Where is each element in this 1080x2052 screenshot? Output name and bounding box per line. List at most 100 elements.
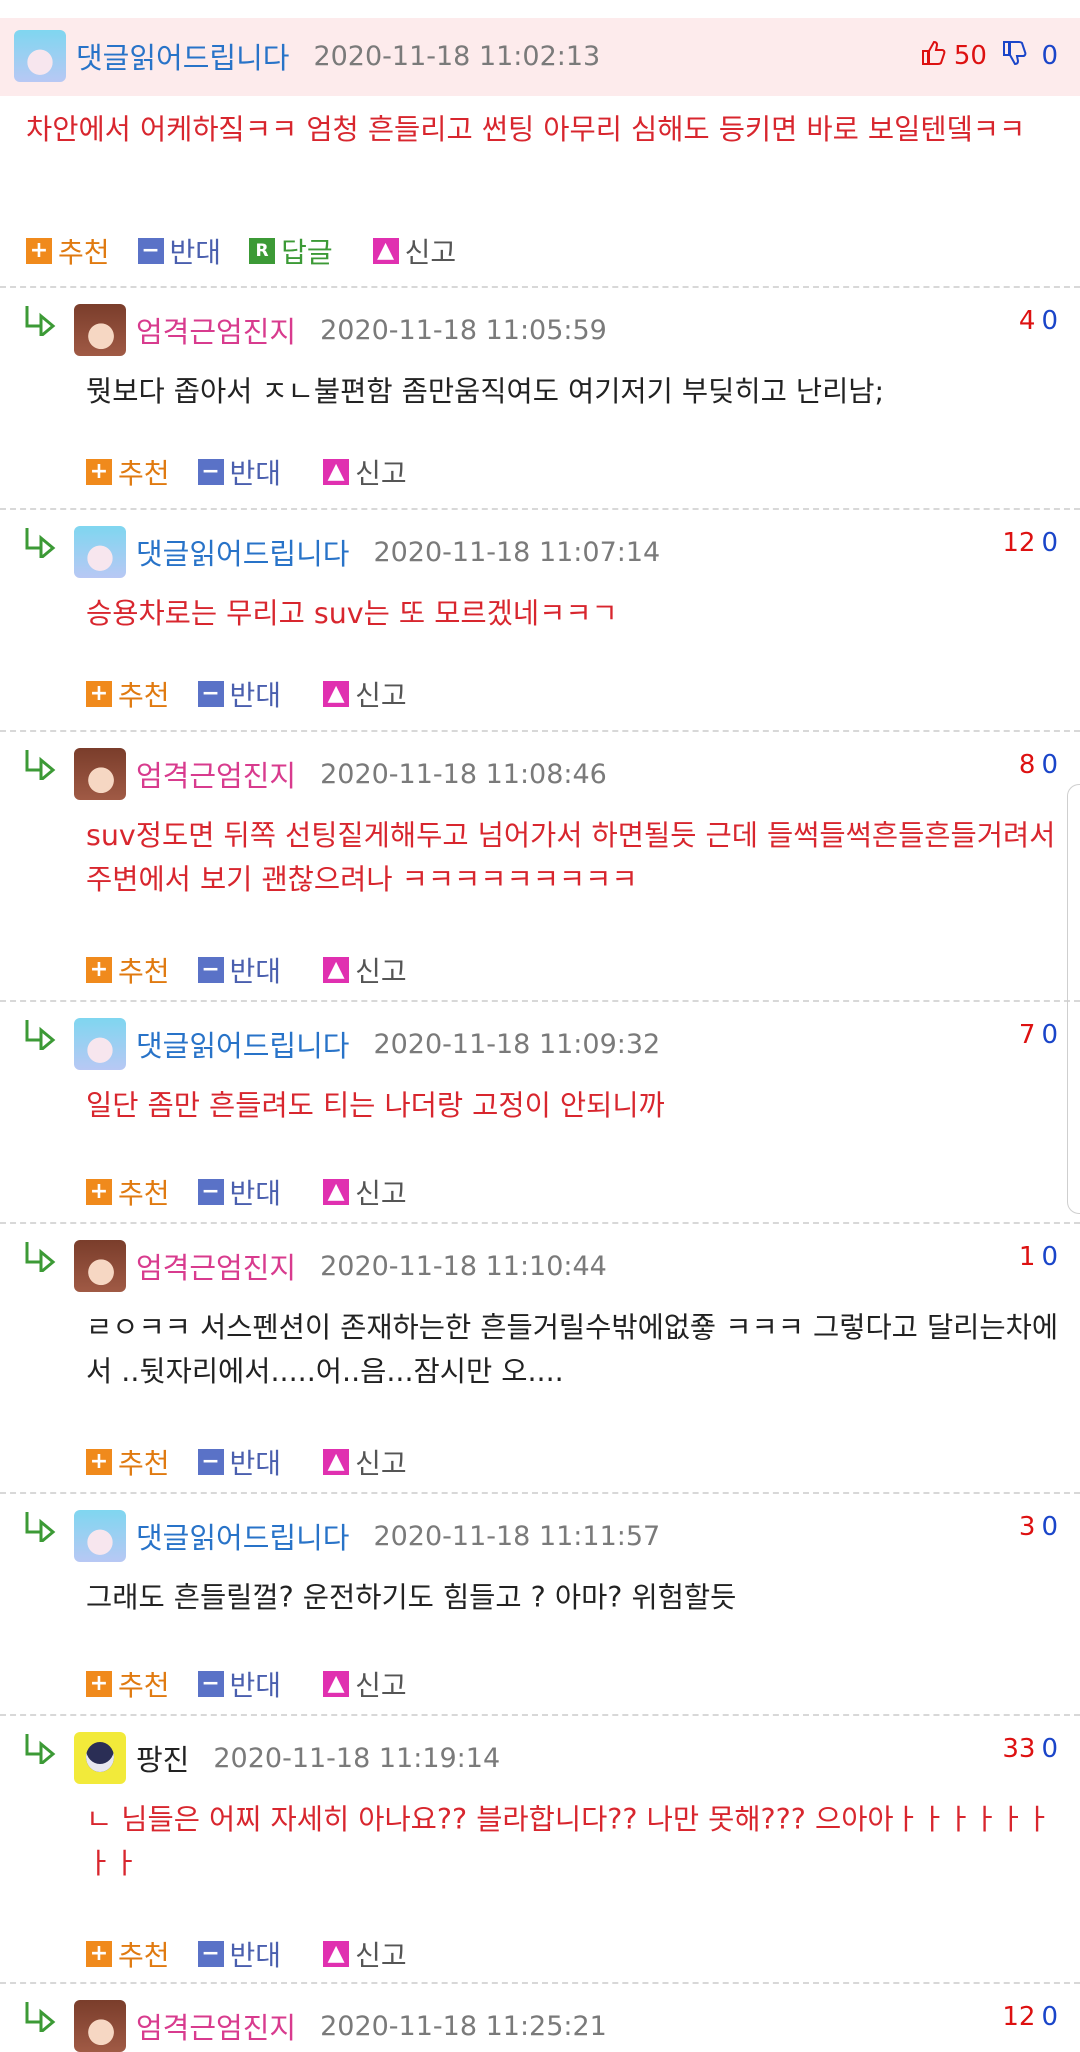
minus-icon: − <box>197 1671 224 1697</box>
comment-text: 승용차로는 무리고 suv는 또 모르겠네ㅋㅋㄱ <box>86 597 618 630</box>
plus-icon: + <box>86 1179 112 1205</box>
upvote-count: 3 <box>1018 1512 1036 1542</box>
avatar[interactable] <box>74 2000 126 2052</box>
recommend-button[interactable]: + 추천 <box>86 950 170 990</box>
oppose-button[interactable]: − 반대 <box>197 950 281 990</box>
avatar[interactable] <box>74 1732 126 1784</box>
plus-icon: + <box>86 1671 112 1697</box>
oppose-button[interactable]: − 반대 <box>197 1664 281 1704</box>
minus-icon: − <box>197 1179 224 1205</box>
avatar[interactable] <box>74 304 126 356</box>
report-button[interactable]: ▲ 신고 <box>372 231 456 271</box>
reply-header: 엄격근엄진지 2020-11-18 11:25:21 <box>74 2000 1080 2052</box>
downvote-count: 0 <box>1041 750 1058 780</box>
comment-actions: + 추천 − 반대 ▲ 신고 <box>86 1934 435 1974</box>
siren-icon: ▲ <box>323 459 350 485</box>
avatar[interactable] <box>74 1240 126 1292</box>
thumbs-up-icon <box>920 40 946 73</box>
comment-actions: + 추천 − 반대 ▲ 신고 <box>86 1442 435 1482</box>
reply-arrow-icon <box>24 1240 58 1276</box>
comment-date: 2020-11-18 11:25:21 <box>320 2010 607 2042</box>
downvote-count: 0 <box>1041 306 1058 336</box>
comment-date: 2020-11-18 11:05:59 <box>320 314 607 346</box>
siren-icon: ▲ <box>323 681 350 707</box>
reply-header: 댓글읽어드립니다 2020-11-18 11:09:32 <box>74 1018 1080 1070</box>
reply-header: 팡진 2020-11-18 11:19:14 <box>74 1732 1080 1784</box>
author-name[interactable]: 엄격근엄진지 <box>136 309 296 351</box>
recommend-button[interactable]: + 추천 <box>86 1934 170 1974</box>
author-name[interactable]: 댓글읽어드립니다 <box>136 1515 349 1557</box>
reply-arrow-icon <box>24 304 58 340</box>
comment-text: ㄹㅇㅋㅋ 서스펜션이 존재하는한 흔들거릴수밖에없죻 ㅋㅋㅋ 그렇다고 달리는차… <box>86 1311 1059 1388</box>
comment-text: 차안에서 어케하짘ㅋㅋ 엄청 흔들리고 썬팅 아무리 심해도 등키면 바로 보일… <box>26 113 1026 146</box>
avatar[interactable] <box>14 30 66 82</box>
oppose-button[interactable]: − 반대 <box>197 1934 281 1974</box>
divider <box>0 286 1080 288</box>
recommend-button[interactable]: + 추천 <box>86 1664 170 1704</box>
divider <box>0 1714 1080 1716</box>
author-name[interactable]: 팡진 <box>136 1737 189 1779</box>
scroll-indicator[interactable] <box>1067 784 1080 1214</box>
reply-button[interactable]: R 답글 <box>249 231 333 271</box>
oppose-button[interactable]: − 반대 <box>197 1172 281 1212</box>
comment-date: 2020-11-18 11:11:57 <box>373 1520 661 1552</box>
upvote-count: 33 <box>1002 1734 1036 1764</box>
thumbs-down-icon <box>1001 40 1027 73</box>
reply-arrow-icon <box>24 1732 58 1768</box>
author-name[interactable]: 엄격근엄진지 <box>136 2005 296 2047</box>
top-strip <box>0 0 1080 18</box>
avatar[interactable] <box>74 1510 126 1562</box>
recommend-button[interactable]: + 추천 <box>86 1172 170 1212</box>
comment-text: ㄴ 님들은 어찌 자세히 아나요?? 블라합니다?? 나만 못해??? 으아아ㅏ… <box>86 1803 1051 1880</box>
recommend-button[interactable]: + 추천 <box>86 674 170 714</box>
reply-header: 댓글읽어드립니다 2020-11-18 11:07:14 <box>74 526 1080 578</box>
vote-counts: 33 0 <box>1002 1734 1058 1764</box>
author-name[interactable]: 댓글읽어드립니다 <box>136 531 349 573</box>
minus-icon: − <box>197 1449 224 1475</box>
comment-date: 2020-11-18 11:10:44 <box>320 1250 607 1282</box>
reply-header: 엄격근엄진지 2020-11-18 11:10:44 <box>74 1240 1080 1292</box>
report-button[interactable]: ▲ 신고 <box>323 1442 407 1482</box>
recommend-button[interactable]: + 추천 <box>86 452 170 492</box>
comment-date: 2020-11-18 11:02:13 <box>313 40 601 72</box>
comment-date: 2020-11-18 11:19:14 <box>213 1742 501 1774</box>
report-button[interactable]: ▲ 신고 <box>323 1934 407 1974</box>
upvote-count: 4 <box>1018 306 1036 336</box>
author-name[interactable]: 엄격근엄진지 <box>136 753 296 795</box>
vote-counts: 50 0 <box>920 40 1058 73</box>
downvote-count: 0 <box>1041 1242 1058 1272</box>
comment-text: 그래도 흔들릴껄? 운전하기도 힘들고 ? 아마? 위험할듯 <box>86 1581 737 1614</box>
author-name[interactable]: 엄격근엄진지 <box>136 1245 296 1287</box>
report-button[interactable]: ▲ 신고 <box>323 452 407 492</box>
report-button[interactable]: ▲ 신고 <box>323 674 407 714</box>
minus-icon: − <box>197 957 224 983</box>
oppose-button[interactable]: − 반대 <box>197 674 281 714</box>
comment-text: 뭣보다 좁아서 ㅈㄴ불편함 좀만움직여도 여기저기 부딪히고 난리남; <box>86 375 885 408</box>
comment-actions: + 추천 − 반대 ▲ 신고 <box>86 1172 435 1212</box>
comment-text: 일단 좀만 흔들려도 티는 나더랑 고정이 안되니까 <box>86 1089 665 1122</box>
report-button[interactable]: ▲ 신고 <box>323 950 407 990</box>
downvote-count: 0 <box>1041 2002 1058 2032</box>
avatar[interactable] <box>74 748 126 800</box>
minus-icon: − <box>197 681 224 707</box>
vote-counts: 30 <box>1019 1512 1058 1542</box>
avatar[interactable] <box>74 526 126 578</box>
report-button[interactable]: ▲ 신고 <box>323 1172 407 1212</box>
plus-icon: + <box>86 1449 112 1475</box>
author-name[interactable]: 댓글읽어드립니다 <box>136 1023 349 1065</box>
recommend-button[interactable]: + 추천 <box>86 1442 170 1482</box>
comment-actions: + 추천 − 반대 R 답글 ▲ 신고 <box>26 231 484 271</box>
reply-arrow-icon <box>24 2000 58 2036</box>
avatar[interactable] <box>74 1018 126 1070</box>
recommend-button[interactable]: + 추천 <box>26 231 110 271</box>
divider <box>0 508 1080 510</box>
oppose-button[interactable]: − 반대 <box>197 1442 281 1482</box>
reply-header: 댓글읽어드립니다 2020-11-18 11:11:57 <box>74 1510 1080 1562</box>
siren-icon: ▲ <box>323 1179 350 1205</box>
author-name[interactable]: 댓글읽어드립니다 <box>76 35 289 77</box>
oppose-button[interactable]: − 반대 <box>197 452 281 492</box>
oppose-button[interactable]: − 반대 <box>137 231 221 271</box>
report-button[interactable]: ▲ 신고 <box>323 1664 407 1704</box>
downvote-count: 0 <box>1041 41 1058 71</box>
plus-icon: + <box>86 1941 112 1967</box>
